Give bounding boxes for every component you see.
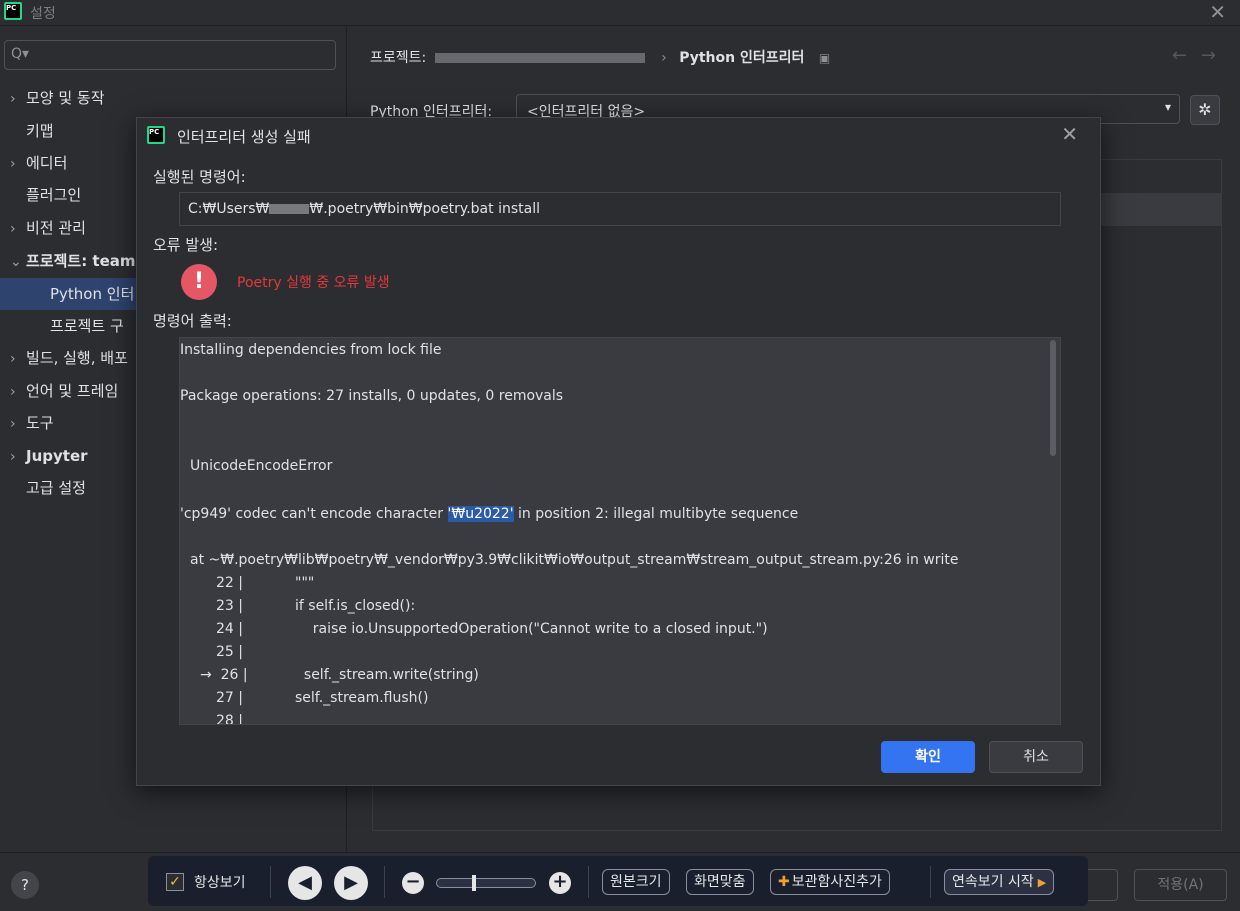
output-line: at ~₩.poetry₩lib₩poetry₩_vendor₩py3.9₩cl…	[190, 552, 959, 568]
chevron-right-icon: ›	[10, 351, 16, 367]
output-line: UnicodeEncodeError	[190, 458, 333, 474]
original-size-button[interactable]: 원본크기	[602, 869, 670, 895]
code-line: """	[295, 575, 315, 591]
dialog-title: 인터프리터 생성 실패	[177, 128, 311, 146]
pycharm-logo-icon	[147, 126, 165, 144]
zoom-slider-thumb[interactable]	[471, 875, 476, 891]
toolbar-divider	[384, 866, 385, 898]
sidebar-item-label: Python 인터	[50, 285, 135, 303]
output-label: 명령어 출력:	[153, 312, 232, 330]
toolbar-divider	[930, 866, 931, 898]
code-line: self._stream.write(string)	[295, 667, 479, 683]
slideshow-start-button[interactable]: 연속보기 시작 ▶	[944, 869, 1055, 895]
sidebar-item-label: 모양 및 동작	[26, 89, 105, 107]
error-label: 오류 발생:	[153, 236, 219, 254]
chevron-down-icon: ▾	[1164, 100, 1171, 114]
dialog-close-button[interactable]: ✕	[1061, 122, 1078, 146]
code-line-number: 27 |	[216, 690, 243, 706]
error-message: Poetry 실행 중 오류 발생	[237, 275, 390, 291]
search-icon: Q▾	[11, 46, 30, 62]
sidebar-item-label: 프로젝트 구	[50, 317, 124, 335]
gear-icon[interactable]: ✲	[1190, 95, 1220, 125]
sidebar-item-label: 비전 관리	[26, 219, 86, 237]
chevron-right-icon: ›	[10, 416, 16, 432]
breadcrumb-project[interactable]: 프로젝트:	[370, 50, 426, 66]
sidebar-item-label: 빌드, 실행, 배포	[26, 349, 128, 367]
settings-search-input[interactable]: Q▾	[4, 40, 336, 70]
highlighted-selection: '₩u2022'	[447, 506, 514, 522]
breadcrumb-current: Python 인터프리터	[679, 50, 805, 66]
code-line-number: 25 |	[216, 644, 243, 660]
zoom-slider[interactable]	[436, 875, 536, 891]
chevron-right-icon: ›	[10, 384, 16, 400]
zoom-out-button[interactable]: −	[402, 872, 424, 894]
output-scrollbar[interactable]	[1050, 340, 1056, 456]
command-field[interactable]: C:₩Users₩ ₩.poetry₩bin₩poetry.bat install	[179, 192, 1061, 226]
fit-screen-button[interactable]: 화면맞춤	[686, 869, 754, 895]
add-to-storage-button[interactable]: ✚ 보관함사진추가	[770, 869, 890, 895]
redacted-project-name	[434, 53, 645, 63]
slideshow-label: 연속보기 시작	[952, 874, 1034, 890]
sidebar-item-label: 키맵	[26, 122, 54, 140]
chevron-right-icon: ›	[10, 156, 16, 172]
output-text: in position 2: illegal multibyte sequenc…	[513, 506, 799, 522]
sidebar-item-label: 고급 설정	[26, 479, 86, 497]
toolbar-divider	[588, 866, 589, 898]
always-view-checkbox[interactable]: ✓	[166, 873, 184, 891]
command-suffix: ₩.poetry₩bin₩poetry.bat install	[309, 201, 540, 217]
chevron-right-icon: ›	[10, 221, 16, 237]
toolbar-divider	[270, 866, 271, 898]
output-line: Package operations: 27 installs, 0 updat…	[180, 388, 564, 404]
sidebar-item-label: 프로젝트: team	[26, 252, 136, 270]
code-line-number: 28 |	[216, 713, 243, 725]
play-icon: ▶	[1037, 876, 1047, 889]
code-line-number: 23 |	[216, 598, 243, 614]
pycharm-logo-icon	[4, 2, 22, 20]
breadcrumb: 프로젝트: › Python 인터프리터 ▣	[370, 47, 830, 67]
cancel-button[interactable]: 취소	[989, 741, 1083, 773]
code-line: self._stream.flush()	[295, 690, 429, 706]
interpreter-error-dialog: 인터프리터 생성 실패 ✕ 실행된 명령어: C:₩Users₩ ₩.poetry…	[136, 117, 1101, 786]
sidebar-item-appearance[interactable]: › 모양 및 동작	[0, 82, 346, 114]
previous-button[interactable]: ◀	[288, 866, 322, 900]
output-text: 'cp949' codec can't encode character	[180, 506, 448, 522]
output-line: 'cp949' codec can't encode character '₩u…	[180, 506, 798, 522]
ok-button[interactable]: 확인	[881, 741, 975, 773]
code-line: raise io.UnsupportedOperation("Cannot wr…	[295, 621, 768, 637]
add-photo-icon: ✚	[778, 874, 790, 890]
help-button[interactable]: ?	[11, 871, 39, 899]
chevron-right-icon: ›	[10, 449, 16, 465]
code-line-number: 22 |	[216, 575, 243, 591]
pin-icon[interactable]: ▣	[819, 51, 830, 65]
next-button[interactable]: ▶	[334, 866, 368, 900]
command-output-textarea[interactable]: Installing dependencies from lock file P…	[179, 337, 1061, 725]
zoom-in-button[interactable]: +	[549, 872, 571, 894]
sidebar-item-label: 언어 및 프레임	[26, 382, 119, 400]
back-forward-icons[interactable]: ←→	[1172, 45, 1230, 66]
sidebar-item-label: 플러그인	[26, 186, 82, 204]
sidebar-item-label: 에디터	[26, 154, 68, 172]
code-line: if self.is_closed():	[295, 598, 416, 614]
window-titlebar: 설정 ✕	[0, 0, 1240, 26]
chevron-down-icon: ⌄	[10, 254, 22, 270]
always-view-label: 항상보기	[194, 875, 246, 891]
code-line-number: 24 |	[216, 621, 243, 637]
code-line-number: → 26 |	[200, 667, 248, 683]
sidebar-item-label: Jupyter	[26, 447, 88, 465]
image-viewer-toolbar: ✓ 항상보기 ◀ ▶ − + 원본크기 화면맞춤 ✚ 보관함사진추가 연속보기 시…	[148, 856, 1088, 906]
sidebar-item-label: 도구	[26, 414, 54, 432]
chevron-right-icon: ›	[10, 91, 16, 107]
window-title: 설정	[30, 6, 56, 22]
command-prefix: C:₩Users₩	[188, 201, 270, 217]
redacted-username	[269, 204, 310, 214]
apply-button[interactable]: 적용(A)	[1134, 869, 1227, 901]
command-label: 실행된 명령어:	[153, 168, 246, 186]
window-close-button[interactable]: ✕	[1209, 0, 1226, 24]
error-icon: !	[181, 264, 217, 300]
breadcrumb-separator: ›	[661, 50, 667, 66]
output-line: Installing dependencies from lock file	[180, 342, 442, 358]
add-to-storage-label: 보관함사진추가	[791, 874, 882, 890]
